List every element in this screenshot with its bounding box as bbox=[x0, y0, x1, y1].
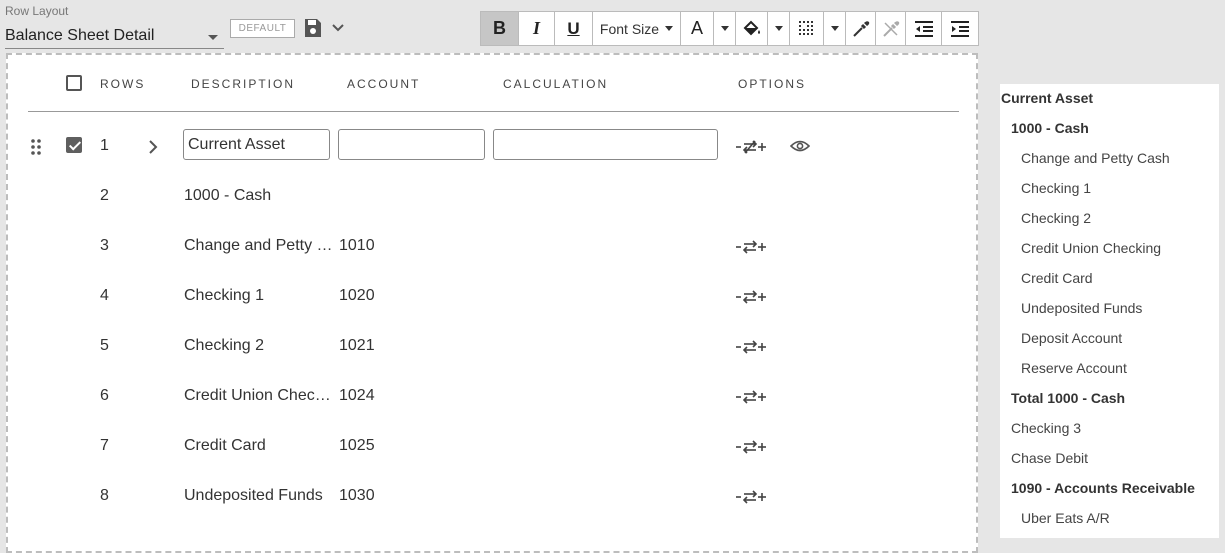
borders-button[interactable] bbox=[790, 12, 824, 45]
header-calculation: CALCULATION bbox=[503, 77, 609, 91]
italic-button[interactable]: I bbox=[519, 12, 555, 45]
row-number: 1 bbox=[100, 137, 109, 154]
row-layout-value: Balance Sheet Detail bbox=[5, 27, 155, 44]
sort-arrows-icon[interactable] bbox=[736, 290, 768, 304]
row-description[interactable]: Change and Petty … bbox=[184, 237, 333, 255]
row-account[interactable]: 1010 bbox=[339, 237, 375, 255]
preview-item: Checking 1 bbox=[1021, 180, 1092, 196]
eyedropper-disabled-icon bbox=[882, 20, 899, 37]
preview-item: Uber Eats A/R bbox=[1021, 510, 1110, 526]
row-account[interactable]: 1030 bbox=[339, 487, 375, 505]
preview-item: 1090 - Accounts Receivable bbox=[1011, 480, 1195, 496]
account-input[interactable] bbox=[338, 129, 485, 160]
row-description[interactable]: Checking 1 bbox=[184, 287, 264, 305]
format-toolbar: B I U Font Size A bbox=[480, 11, 979, 46]
text-color-dropdown[interactable] bbox=[714, 12, 736, 45]
text-color-button[interactable]: A bbox=[681, 12, 714, 45]
save-icon[interactable] bbox=[304, 18, 322, 38]
drag-handle-icon[interactable] bbox=[31, 138, 41, 156]
header-options: OPTIONS bbox=[738, 77, 807, 91]
row-number: 3 bbox=[100, 237, 109, 254]
font-size-dropdown[interactable]: Font Size bbox=[593, 12, 681, 45]
outdent-icon bbox=[914, 20, 933, 37]
sort-arrows-icon[interactable] bbox=[736, 340, 768, 354]
preview-item: Current Asset bbox=[1001, 90, 1094, 106]
eyedropper-icon bbox=[852, 20, 869, 37]
row-description[interactable]: Credit Card bbox=[184, 437, 266, 455]
row-number: 7 bbox=[100, 437, 109, 454]
caret-down-icon bbox=[774, 26, 783, 31]
bold-button[interactable]: B bbox=[481, 12, 519, 45]
sort-arrows-icon[interactable] bbox=[736, 490, 768, 504]
preview-item: Reserve Account bbox=[1021, 360, 1127, 376]
row-account[interactable]: 1021 bbox=[339, 337, 375, 355]
header-rows: ROWS bbox=[100, 77, 146, 91]
preview-item: Credit Card bbox=[1021, 270, 1093, 286]
caret-down-icon bbox=[720, 26, 729, 31]
header-description: DESCRIPTION bbox=[191, 77, 296, 91]
select-all-checkbox[interactable] bbox=[66, 75, 82, 91]
sort-arrows-icon[interactable] bbox=[736, 440, 768, 454]
default-button[interactable]: DEFAULT bbox=[230, 19, 295, 38]
preview-item: Undeposited Funds bbox=[1021, 300, 1143, 316]
preview-item: Credit Union Checking bbox=[1021, 240, 1162, 256]
format-painter-button[interactable] bbox=[846, 12, 876, 45]
sort-arrows-icon[interactable] bbox=[736, 240, 768, 254]
header-account: ACCOUNT bbox=[347, 77, 421, 91]
row-number: 5 bbox=[100, 337, 109, 354]
preview-item: Total 1000 - Cash bbox=[1011, 390, 1126, 406]
preview-item: Checking 3 bbox=[1011, 420, 1082, 436]
underline-button[interactable]: U bbox=[555, 12, 593, 45]
row-layout-select[interactable]: Balance Sheet Detail bbox=[5, 24, 224, 49]
row-number: 8 bbox=[100, 487, 109, 504]
row-account[interactable]: 1020 bbox=[339, 287, 375, 305]
preview-item: Chase Debit bbox=[1011, 450, 1089, 466]
fill-color-dropdown[interactable] bbox=[768, 12, 790, 45]
outdent-button[interactable] bbox=[906, 12, 942, 45]
row-account[interactable]: 1024 bbox=[339, 387, 375, 405]
clear-format-button[interactable] bbox=[876, 12, 906, 45]
caret-down-icon bbox=[830, 26, 839, 31]
eye-icon[interactable] bbox=[790, 139, 810, 153]
row-account[interactable]: 1025 bbox=[339, 437, 375, 455]
chevron-right-icon[interactable] bbox=[148, 140, 158, 154]
row-number: 6 bbox=[100, 387, 109, 404]
row-description[interactable]: 1000 - Cash bbox=[184, 187, 271, 205]
row-description[interactable]: Credit Union Chec… bbox=[184, 387, 331, 405]
row-description[interactable]: Checking 2 bbox=[184, 337, 264, 355]
layout-preview: Current Asset 1000 - Cash Change and Pet… bbox=[1000, 84, 1219, 538]
border-grid-icon bbox=[798, 20, 813, 35]
row-description[interactable]: Undeposited Funds bbox=[184, 487, 323, 505]
chevron-down-icon[interactable] bbox=[330, 20, 346, 36]
font-size-label: Font Size bbox=[599, 20, 660, 37]
caret-down-icon bbox=[665, 26, 674, 31]
preview-item: 1000 - Cash bbox=[1011, 120, 1089, 136]
row-1-checkbox[interactable] bbox=[66, 137, 82, 153]
caret-down-icon bbox=[208, 35, 218, 40]
paint-bucket-icon bbox=[743, 20, 760, 35]
sort-disabled-icon[interactable] bbox=[736, 140, 768, 154]
indent-button[interactable] bbox=[942, 12, 978, 45]
calculation-input[interactable] bbox=[493, 129, 718, 160]
row-layout-label: Row Layout bbox=[5, 4, 69, 18]
sort-arrows-icon[interactable] bbox=[736, 390, 768, 404]
row-number: 4 bbox=[100, 287, 109, 304]
fill-color-button[interactable] bbox=[736, 12, 768, 45]
preview-item: Deposit Account bbox=[1021, 330, 1123, 346]
row-number: 2 bbox=[100, 187, 109, 204]
indent-icon bbox=[951, 20, 969, 37]
preview-item: Checking 2 bbox=[1021, 210, 1092, 226]
preview-item: Change and Petty Cash bbox=[1021, 150, 1170, 166]
row-layout-editor: ROWS DESCRIPTION ACCOUNT CALCULATION OPT… bbox=[6, 53, 978, 553]
header-divider bbox=[28, 111, 959, 112]
borders-dropdown[interactable] bbox=[824, 12, 846, 45]
description-input[interactable]: Current Asset bbox=[183, 129, 330, 160]
